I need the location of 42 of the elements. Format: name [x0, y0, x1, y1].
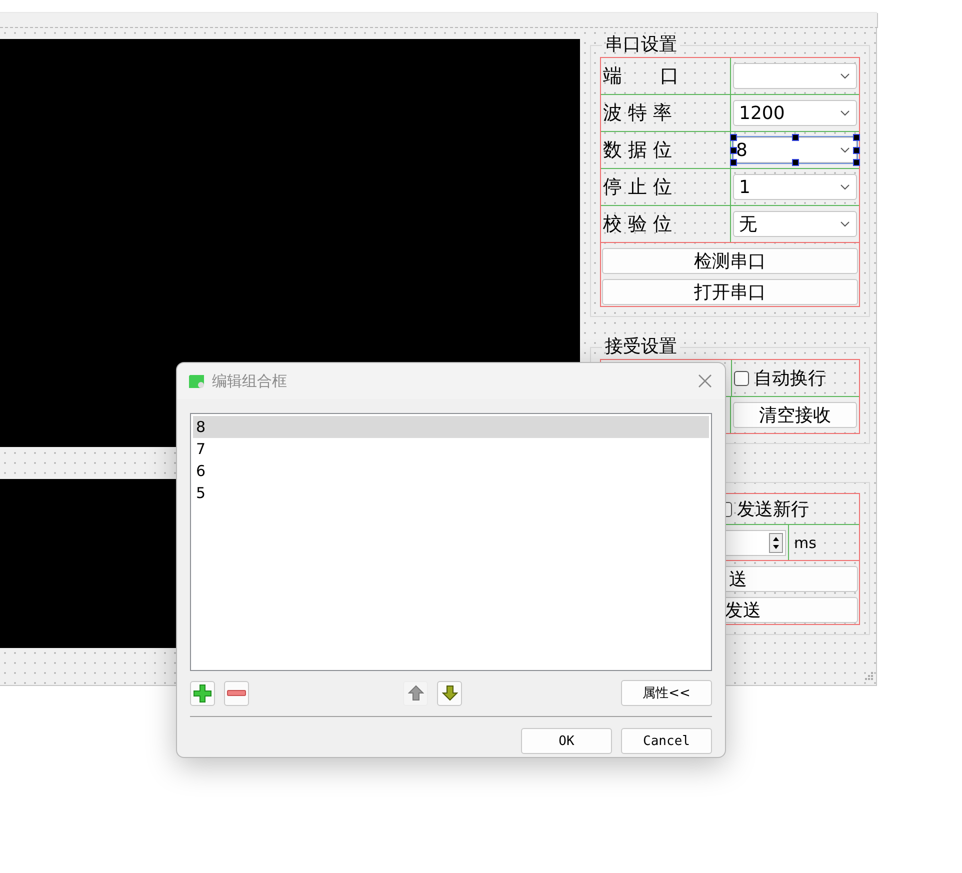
combo-box[interactable]: 8: [733, 137, 857, 163]
push-button[interactable]: 打开串口: [602, 279, 858, 305]
chevron-icon: [840, 147, 850, 153]
chevron-icon: [840, 221, 850, 227]
remove-button[interactable]: [224, 680, 249, 706]
resize-grip-icon[interactable]: [864, 671, 874, 681]
close-button[interactable]: [697, 373, 713, 389]
field-label: 端 口: [601, 58, 731, 94]
combo-box[interactable]: [733, 63, 857, 89]
dialog-button[interactable]: OK: [521, 728, 612, 754]
down-button[interactable]: [437, 680, 462, 706]
field-label: 波 特 率: [601, 95, 731, 131]
field-label: 停 止 位: [601, 169, 731, 205]
selection-handle[interactable]: [792, 159, 799, 166]
combo-box[interactable]: 无: [733, 211, 857, 237]
combo-box[interactable]: 1200: [733, 100, 857, 126]
field-label: 校 验 位: [601, 206, 731, 242]
properties-button[interactable]: 属性<<: [621, 680, 712, 706]
chevron-icon: [840, 73, 850, 79]
spinner-arrows-icon: [769, 532, 783, 552]
list-item[interactable]: 5: [193, 482, 709, 504]
list-item[interactable]: 8: [193, 416, 709, 438]
group-title: 接受设置: [604, 337, 678, 357]
push-button[interactable]: 清空接收: [733, 402, 857, 428]
list-item[interactable]: 7: [193, 438, 709, 460]
push-button[interactable]: 检测串口: [602, 248, 858, 274]
chevron-icon: [840, 110, 850, 116]
combo-box[interactable]: 1: [733, 174, 857, 200]
app-logo-icon: [188, 374, 205, 388]
dialog-title: 编辑组合框: [212, 372, 288, 390]
dialog-button[interactable]: Cancel: [621, 728, 712, 754]
down-arrow-icon: [442, 685, 458, 701]
up-arrow-icon: [408, 685, 424, 701]
add-button[interactable]: [190, 680, 215, 706]
unit-label: ms: [794, 534, 816, 552]
list-item[interactable]: 6: [193, 460, 709, 482]
group-title: 串口设置: [604, 35, 678, 55]
selection-handle[interactable]: [792, 134, 799, 141]
chevron-icon: [840, 184, 850, 190]
plus-icon: [193, 684, 212, 702]
minus-icon: [227, 690, 246, 696]
checkbox[interactable]: 自动换行: [734, 366, 826, 390]
